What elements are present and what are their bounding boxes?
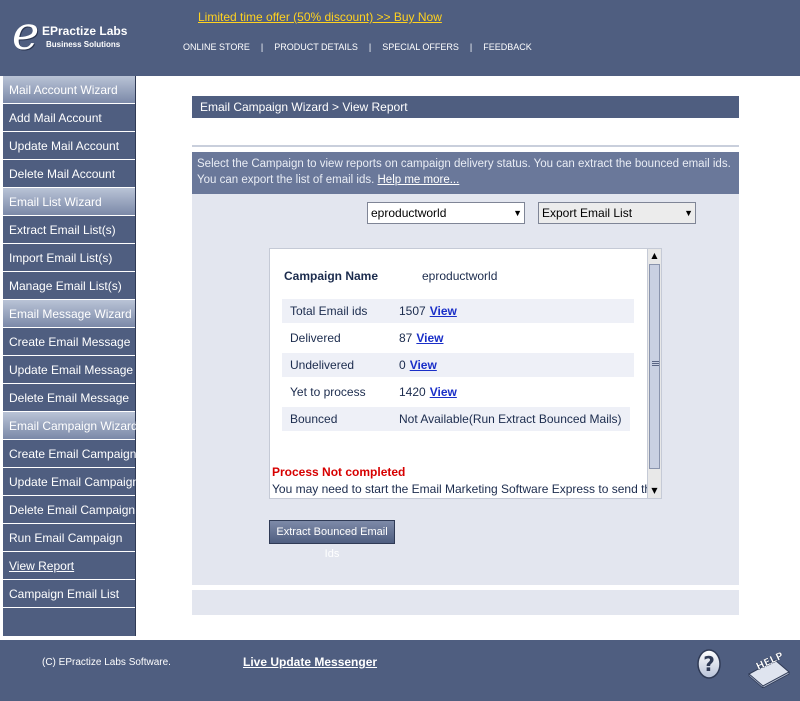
- nav-feedback[interactable]: FEEDBACK: [483, 42, 532, 52]
- export-select-value: Export Email List: [542, 206, 633, 220]
- view-link[interactable]: View: [430, 304, 457, 318]
- question-mark-glyph: ?: [703, 652, 715, 676]
- stat-row-bounced: Bounced Not Available(Run Extract Bounce…: [282, 407, 630, 431]
- grip-icon: [652, 361, 659, 362]
- promo-offer-link[interactable]: Limited time offer (50% discount) >> Buy…: [198, 10, 442, 24]
- sidebar-item-add-mail-account[interactable]: Add Mail Account: [3, 104, 135, 132]
- scroll-down-icon[interactable]: ▼: [648, 484, 661, 498]
- nav-product-details[interactable]: PRODUCT DETAILS: [274, 42, 358, 52]
- report-panel: Campaign Name eproductworld Total Email …: [269, 248, 662, 499]
- sidebar-item-create-email-message[interactable]: Create Email Message: [3, 328, 135, 356]
- chevron-down-icon: ▼: [513, 208, 522, 218]
- sidebar-item-campaign-email-list[interactable]: Campaign Email List: [3, 580, 135, 608]
- divider: [192, 145, 739, 147]
- stat-value: Not Available(Run Extract Bounced Mails): [399, 412, 622, 426]
- sidebar-item-update-mail-account[interactable]: Update Mail Account: [3, 132, 135, 160]
- footer: (C) EPractize Labs Software. Live Update…: [0, 640, 800, 701]
- extract-bounced-email-ids-button[interactable]: Extract Bounced Email Ids: [269, 520, 395, 560]
- sidebar-head-email-campaign-wizard: Email Campaign Wizard: [3, 412, 138, 440]
- logo-e-mark: e: [12, 6, 40, 60]
- sidebar-item-update-email-message[interactable]: Update Email Message: [3, 356, 135, 384]
- chevron-down-icon: ▼: [684, 208, 693, 218]
- campaign-select-value: eproductworld: [371, 206, 447, 220]
- sidebar-item-run-email-campaign[interactable]: Run Email Campaign: [3, 524, 135, 552]
- nav-separator: |: [368, 42, 372, 52]
- bottom-bar: [192, 590, 739, 615]
- stat-label: Undelivered: [290, 358, 355, 372]
- process-note: You may need to start the Email Marketin…: [272, 482, 658, 496]
- sidebar-item-import-email-lists[interactable]: Import Email List(s): [3, 244, 135, 272]
- sidebar-item-manage-email-lists[interactable]: Manage Email List(s): [3, 272, 135, 300]
- stat-value: 1507 View: [399, 304, 457, 318]
- process-status: Process Not completed: [272, 465, 406, 479]
- stat-row-yet-to-process: Yet to process 1420 View: [282, 380, 634, 404]
- report-content: eproductworld ▼ Export Email List ▼ Camp…: [192, 194, 739, 585]
- view-link[interactable]: View: [416, 331, 443, 345]
- help-me-more-link[interactable]: Help me more...: [378, 174, 460, 186]
- campaign-name-value: eproductworld: [422, 269, 498, 283]
- sidebar-item-delete-mail-account[interactable]: Delete Mail Account: [3, 160, 135, 188]
- sidebar-item-extract-email-lists[interactable]: Extract Email List(s): [3, 216, 135, 244]
- stat-row-undelivered: Undelivered 0 View: [282, 353, 634, 377]
- sidebar-item-update-email-campaign[interactable]: Update Email Campaign: [3, 468, 139, 496]
- copyright-text: (C) EPractize Labs Software.: [42, 657, 171, 668]
- stat-value: 1420 View: [399, 385, 457, 399]
- nav-separator: |: [260, 42, 264, 52]
- question-icon[interactable]: ?: [697, 649, 721, 683]
- stat-label: Delivered: [290, 331, 341, 345]
- sidebar-item-delete-email-campaign[interactable]: Delete Email Campaign: [3, 496, 135, 524]
- stat-label: Yet to process: [290, 385, 366, 399]
- live-update-messenger-link[interactable]: Live Update Messenger: [243, 655, 377, 669]
- sidebar-head-email-list-wizard: Email List Wizard: [3, 188, 135, 216]
- stat-value: 87 View: [399, 331, 444, 345]
- help-book-icon[interactable]: HELP: [747, 650, 791, 688]
- stat-row-total: Total Email ids 1507 View: [282, 299, 634, 323]
- view-link[interactable]: View: [430, 385, 457, 399]
- stat-label: Total Email ids: [290, 304, 368, 318]
- report-scrollbar[interactable]: ▲ ▼: [647, 249, 661, 498]
- sidebar-item-create-email-campaign[interactable]: Create Email Campaign: [3, 440, 136, 468]
- logo-subtitle: Business Solutions: [46, 40, 121, 49]
- sidebar-item-delete-email-message[interactable]: Delete Email Message: [3, 384, 135, 412]
- sidebar: Mail Account Wizard Add Mail Account Upd…: [3, 76, 139, 636]
- info-text: Select the Campaign to view reports on c…: [197, 158, 731, 186]
- scrollbar-thumb[interactable]: [649, 264, 660, 469]
- nav-separator: |: [469, 42, 473, 52]
- campaign-name-label: Campaign Name: [284, 269, 379, 283]
- stat-value: 0 View: [399, 358, 437, 372]
- company-logo[interactable]: e EPractize Labs Business Solutions: [12, 8, 132, 58]
- header: e EPractize Labs Business Solutions Limi…: [0, 0, 800, 76]
- campaign-select[interactable]: eproductworld ▼: [367, 202, 525, 224]
- scroll-up-icon[interactable]: ▲: [648, 249, 661, 263]
- sidebar-item-view-report[interactable]: View Report: [3, 552, 135, 580]
- stat-label: Bounced: [290, 412, 338, 426]
- sidebar-head-email-message-wizard: Email Message Wizard: [3, 300, 135, 328]
- sidebar-head-mail-account-wizard: Mail Account Wizard: [3, 76, 135, 104]
- export-email-list-select[interactable]: Export Email List ▼: [538, 202, 696, 224]
- stat-row-delivered: Delivered 87 View: [282, 326, 634, 350]
- nav-special-offers[interactable]: SPECIAL OFFERS: [382, 42, 459, 52]
- nav-online-store[interactable]: ONLINE STORE: [183, 42, 250, 52]
- logo-name: EPractize Labs: [42, 24, 128, 38]
- info-bar: Select the Campaign to view reports on c…: [192, 152, 739, 194]
- page-title: Email Campaign Wizard > View Report: [192, 96, 739, 118]
- view-link[interactable]: View: [410, 358, 437, 372]
- top-nav: ONLINE STORE | PRODUCT DETAILS | SPECIAL…: [183, 42, 532, 52]
